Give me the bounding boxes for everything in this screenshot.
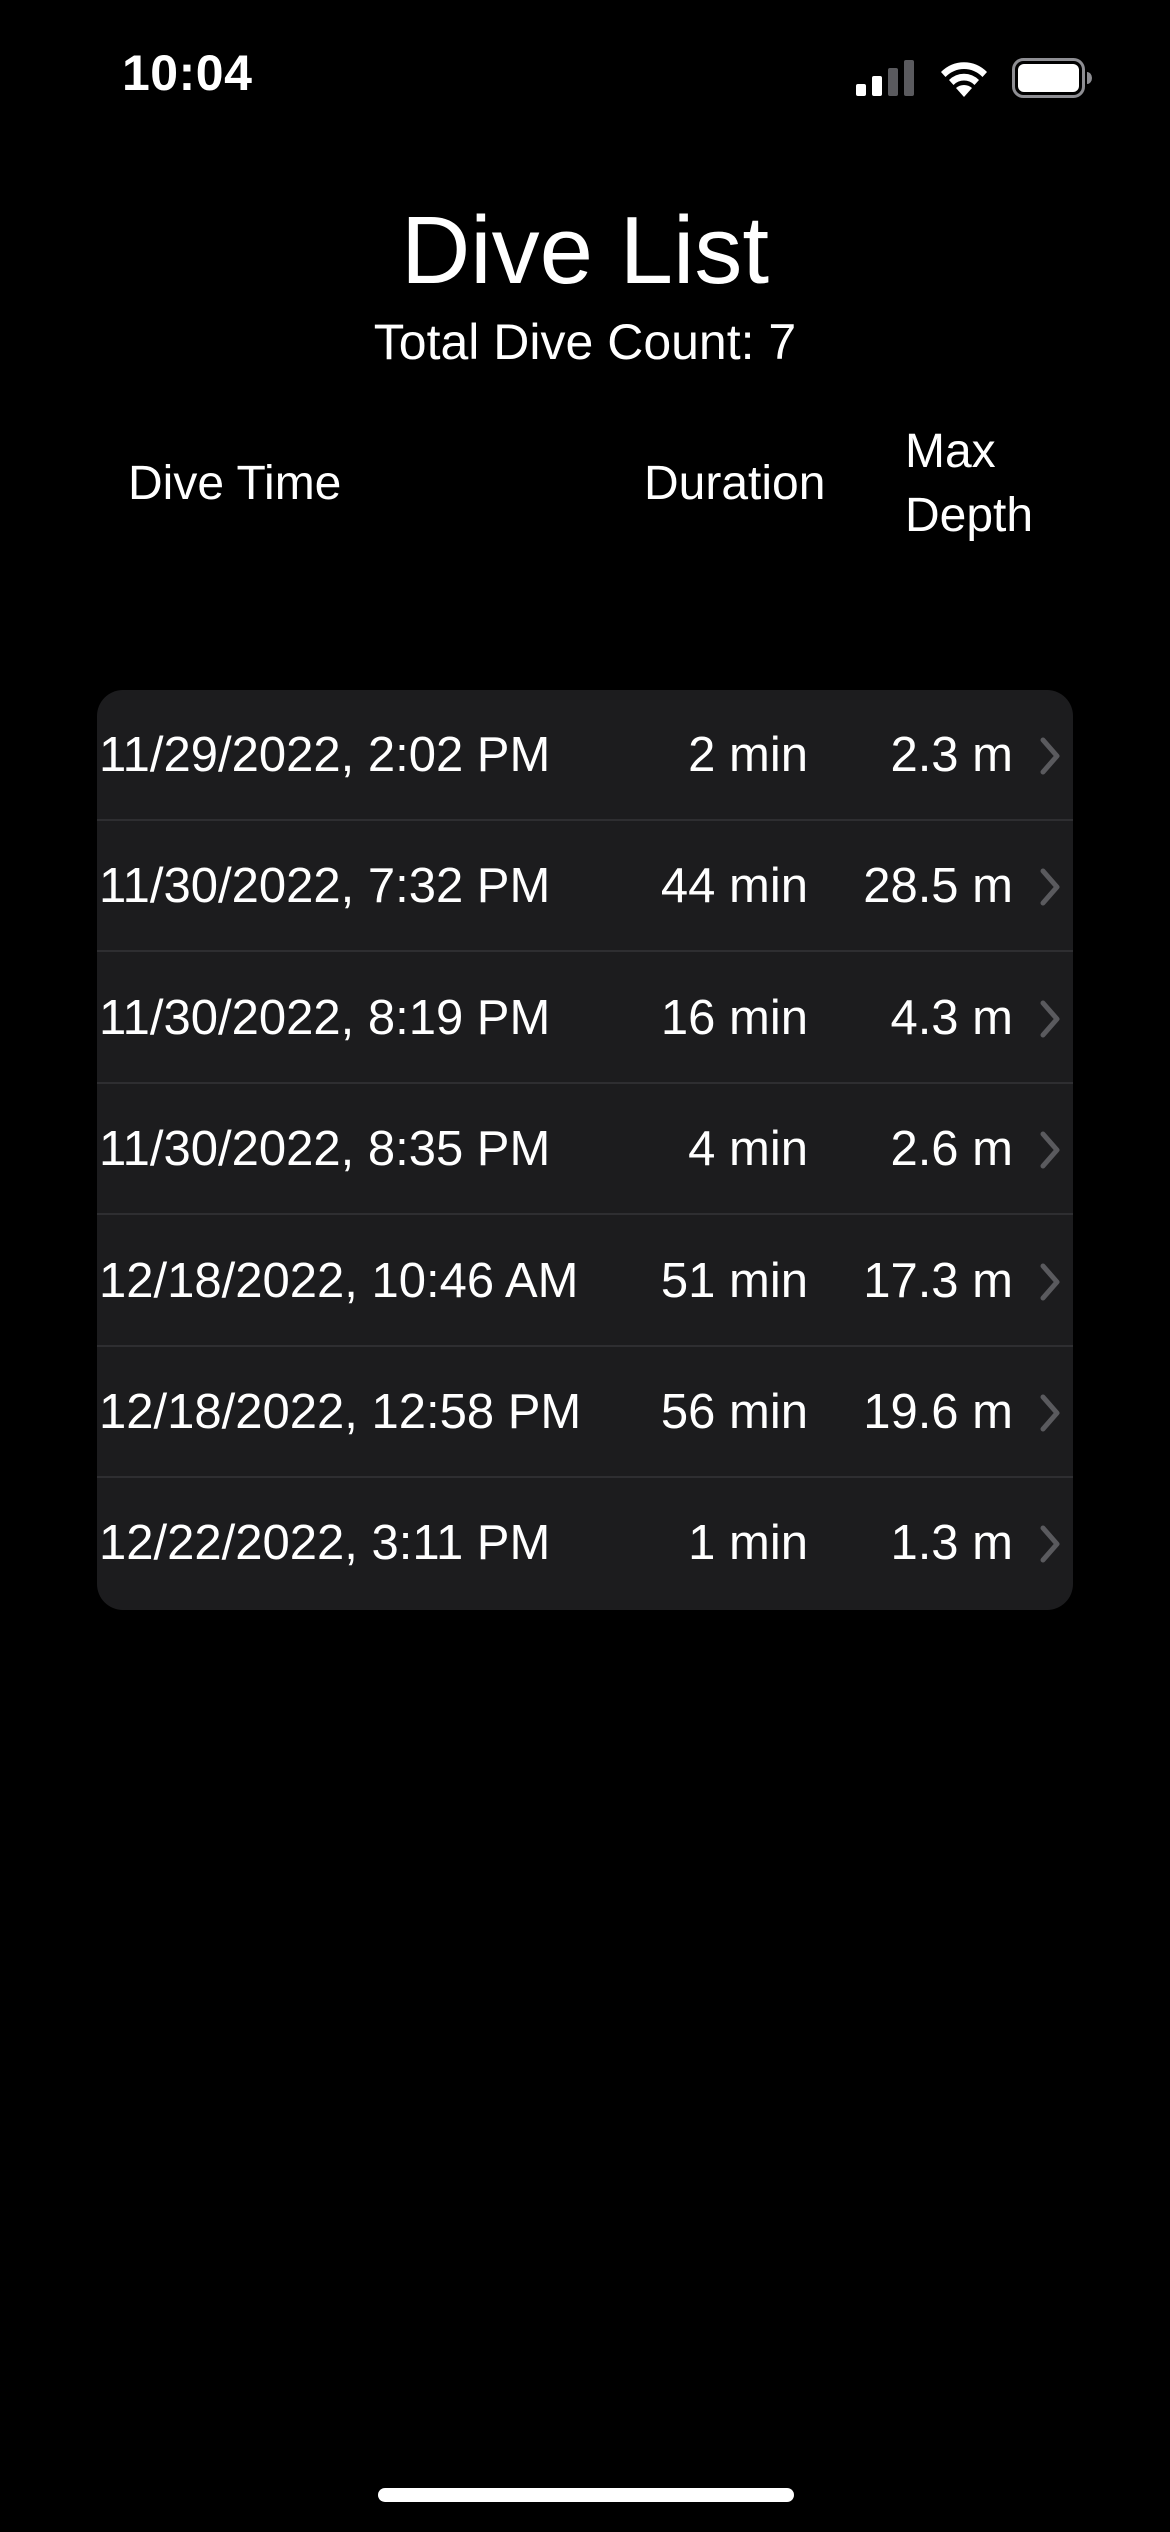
dive-time: 12/18/2022, 10:46 AM [99, 1254, 579, 1308]
dive-row[interactable]: 11/30/2022, 8:19 PM 16 min 4.3 m [97, 953, 1073, 1084]
row-divider [97, 950, 1073, 952]
dive-time: 12/22/2022, 3:11 PM [99, 1516, 551, 1570]
dive-row[interactable]: 12/22/2022, 3:11 PM 1 min 1.3 m [97, 1478, 1073, 1609]
dive-max-depth: 17.3 m [863, 1254, 1013, 1308]
dive-time: 11/30/2022, 7:32 PM [99, 859, 551, 913]
dive-duration: 56 min [660, 1385, 808, 1439]
chevron-right-icon [1040, 1394, 1060, 1432]
column-header-max-depth: Max Depth [905, 425, 1034, 542]
status-icons [856, 56, 1092, 100]
dive-max-depth: 4.3 m [890, 991, 1013, 1045]
cellular-signal-icon [856, 60, 914, 96]
dive-max-depth: 2.3 m [890, 728, 1013, 782]
status-bar: 10:04 [0, 0, 1170, 150]
status-time: 10:04 [122, 45, 253, 101]
chevron-right-icon [1040, 737, 1060, 775]
home-indicator[interactable] [378, 2488, 794, 2502]
battery-icon [1012, 58, 1092, 98]
dive-row[interactable]: 12/18/2022, 10:46 AM 51 min 17.3 m [97, 1216, 1073, 1347]
dive-duration: 1 min [688, 1516, 808, 1570]
chevron-right-icon [1040, 868, 1060, 906]
chevron-right-icon [1040, 1000, 1060, 1038]
dive-time: 11/30/2022, 8:19 PM [99, 991, 551, 1045]
dive-list: 11/29/2022, 2:02 PM 2 min 2.3 m 11/30/2022,… [97, 690, 1073, 1610]
dive-time: 12/18/2022, 12:58 PM [99, 1385, 582, 1439]
wifi-icon [941, 62, 987, 97]
column-header-duration: Duration [644, 457, 826, 510]
dive-time: 11/29/2022, 2:02 PM [99, 728, 551, 782]
dive-duration: 16 min [660, 991, 808, 1045]
chevron-right-icon [1040, 1263, 1060, 1301]
dive-max-depth: 2.6 m [890, 1122, 1013, 1176]
dive-row[interactable]: 11/30/2022, 7:32 PM 44 min 28.5 m [97, 821, 1073, 952]
dive-row[interactable]: 12/18/2022, 12:58 PM 56 min 19.6 m [97, 1347, 1073, 1478]
dive-row[interactable]: 11/29/2022, 2:02 PM 2 min 2.3 m [97, 690, 1073, 821]
dive-count-label: Total Dive Count: 7 [373, 314, 797, 370]
chevron-right-icon [1040, 1131, 1060, 1169]
page-title: Dive List [400, 197, 770, 304]
dive-max-depth: 19.6 m [863, 1385, 1013, 1439]
dive-max-depth: 28.5 m [863, 859, 1013, 913]
dive-time: 11/30/2022, 8:35 PM [99, 1122, 551, 1176]
dive-max-depth: 1.3 m [890, 1516, 1013, 1570]
dive-row[interactable]: 11/30/2022, 8:35 PM 4 min 2.6 m [97, 1084, 1073, 1215]
dive-duration: 51 min [660, 1254, 808, 1308]
dive-duration: 2 min [688, 728, 808, 782]
dive-duration: 44 min [660, 859, 808, 913]
column-header-dive-time: Dive Time [128, 457, 342, 510]
chevron-right-icon [1040, 1525, 1060, 1563]
dive-duration: 4 min [688, 1122, 808, 1176]
row-divider [97, 1213, 1073, 1215]
